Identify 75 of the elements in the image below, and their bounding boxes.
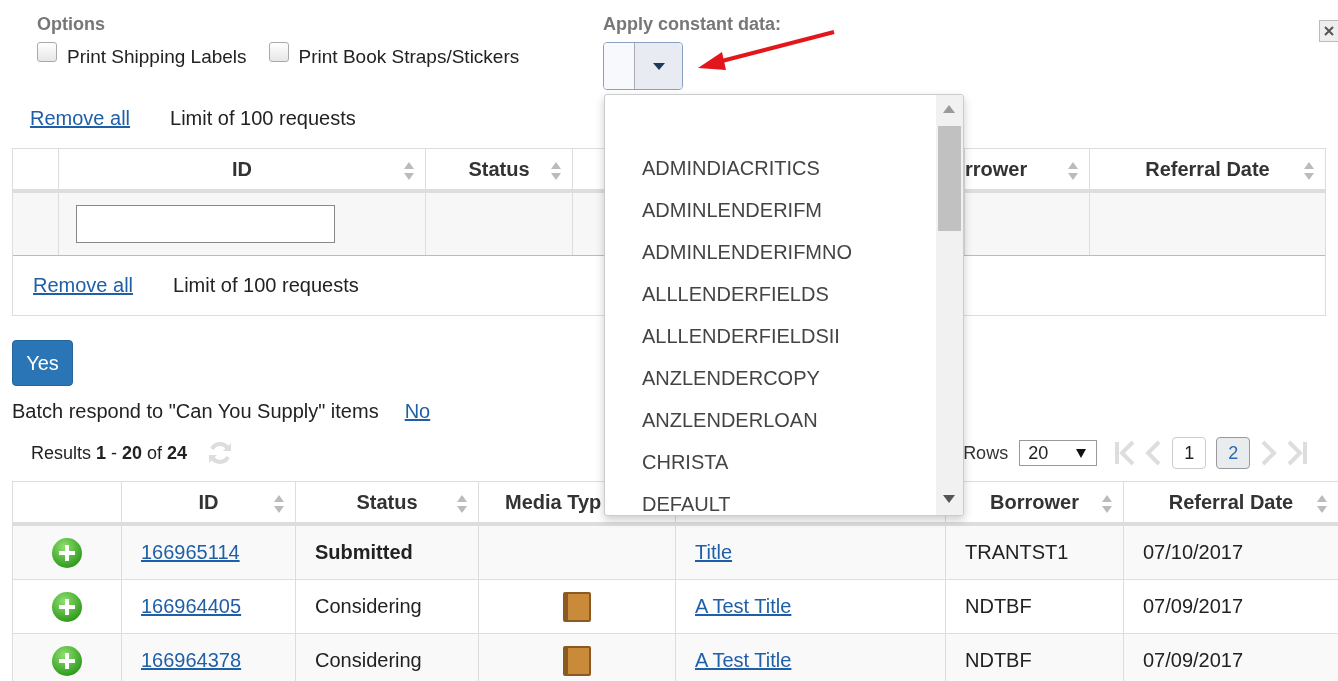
- close-button[interactable]: [1319, 20, 1338, 42]
- book-icon: [563, 645, 591, 676]
- scrollbar-thumb[interactable]: [938, 126, 961, 231]
- scroll-down-icon[interactable]: [943, 495, 955, 503]
- column-header[interactable]: Referral Date: [1145, 157, 1270, 181]
- menu-item[interactable]: ADMINDIACRITICS: [605, 147, 936, 189]
- column-header[interactable]: Borrower: [990, 490, 1079, 514]
- scroll-up-icon[interactable]: [943, 105, 955, 113]
- limit-text: Limit of 100 requests: [170, 106, 356, 130]
- results-summary: Results 1 - 20 of 24: [31, 442, 188, 464]
- remove-all-link[interactable]: Remove all: [30, 106, 131, 130]
- column-header[interactable]: Media Typ: [505, 490, 602, 514]
- borrower-text: NDTBF: [965, 649, 1032, 672]
- no-link[interactable]: No: [404, 399, 431, 423]
- remove-all-link[interactable]: Remove all: [33, 274, 134, 297]
- borrower-text: TRANTST1: [965, 541, 1069, 564]
- column-header[interactable]: rrower: [965, 157, 1028, 181]
- status-text: Submitted: [315, 541, 413, 564]
- add-icon[interactable]: [51, 590, 83, 623]
- title-link[interactable]: A Test Title: [695, 595, 792, 618]
- add-icon[interactable]: [51, 536, 83, 569]
- column-header[interactable]: ID: [198, 490, 219, 514]
- menu-item[interactable]: CHRISTA: [605, 441, 936, 483]
- sort-icon[interactable]: [456, 494, 468, 514]
- yes-button[interactable]: Yes: [12, 340, 73, 386]
- sort-icon[interactable]: [1316, 494, 1328, 514]
- sort-icon[interactable]: [403, 161, 415, 181]
- date-text: 07/10/2017: [1143, 541, 1244, 564]
- request-id-link[interactable]: 166965114: [141, 541, 240, 564]
- status-text: Considering: [315, 649, 422, 672]
- constant-data-label: Apply constant data:: [603, 14, 781, 36]
- add-icon[interactable]: [51, 644, 83, 677]
- column-header[interactable]: Status: [356, 490, 418, 514]
- book-icon: [563, 591, 591, 622]
- page-button[interactable]: 1: [1172, 437, 1207, 469]
- menu-item[interactable]: ALLLENDERFIELDS: [605, 273, 936, 315]
- request-id-link[interactable]: 166964378: [141, 649, 242, 672]
- column-header[interactable]: ID: [232, 157, 252, 181]
- date-text: 07/09/2017: [1143, 595, 1244, 618]
- menu-item[interactable]: ALLLENDERFIELDSII: [605, 315, 936, 357]
- batch-respond-text: Batch respond to "Can You Supply" items: [12, 399, 379, 423]
- checkbox[interactable]: [37, 42, 57, 62]
- request-id-link[interactable]: 166964405: [141, 595, 242, 618]
- sort-icon[interactable]: [550, 161, 562, 181]
- limit-text: Limit of 100 requests: [173, 274, 359, 297]
- rows-label: Rows: [963, 442, 1009, 464]
- sort-icon[interactable]: [273, 494, 285, 514]
- menu-item[interactable]: ADMINLENDERIFM: [605, 189, 936, 231]
- caret-icon: [652, 62, 665, 70]
- page-button[interactable]: 2: [1216, 437, 1251, 469]
- scrollbar[interactable]: [936, 95, 963, 515]
- column-header[interactable]: Status: [468, 157, 530, 181]
- close-icon: [1324, 26, 1334, 36]
- constant-data-dropdown[interactable]: [603, 42, 683, 90]
- options-label: Options: [37, 14, 106, 36]
- id-input-field[interactable]: [76, 205, 335, 243]
- date-text: 07/09/2017: [1143, 649, 1244, 672]
- borrower-text: NDTBF: [965, 595, 1032, 618]
- menu-item[interactable]: ANZLENDERCOPY: [605, 357, 936, 399]
- menu-item[interactable]: DEFAULT: [605, 483, 936, 515]
- caret-icon: [1076, 448, 1087, 458]
- menu-item[interactable]: ANZLENDERLOAN: [605, 399, 936, 441]
- checkbox[interactable]: [268, 42, 289, 62]
- column-header[interactable]: Referral Date: [1168, 490, 1294, 514]
- sort-icon[interactable]: [1303, 161, 1315, 181]
- status-text: Considering: [315, 595, 422, 618]
- title-link[interactable]: A Test Title: [695, 649, 792, 672]
- checkbox-label: Print Book Straps/Stickers: [298, 46, 520, 68]
- menu-item[interactable]: ADMINLENDERIFMNO: [605, 231, 936, 273]
- sort-icon[interactable]: [1101, 494, 1113, 514]
- sort-icon[interactable]: [1067, 161, 1079, 181]
- checkbox-label: Print Shipping Labels: [67, 46, 247, 68]
- rows-select[interactable]: 20: [1019, 440, 1098, 466]
- refresh-icon[interactable]: [207, 440, 234, 466]
- title-link[interactable]: Title: [695, 541, 733, 564]
